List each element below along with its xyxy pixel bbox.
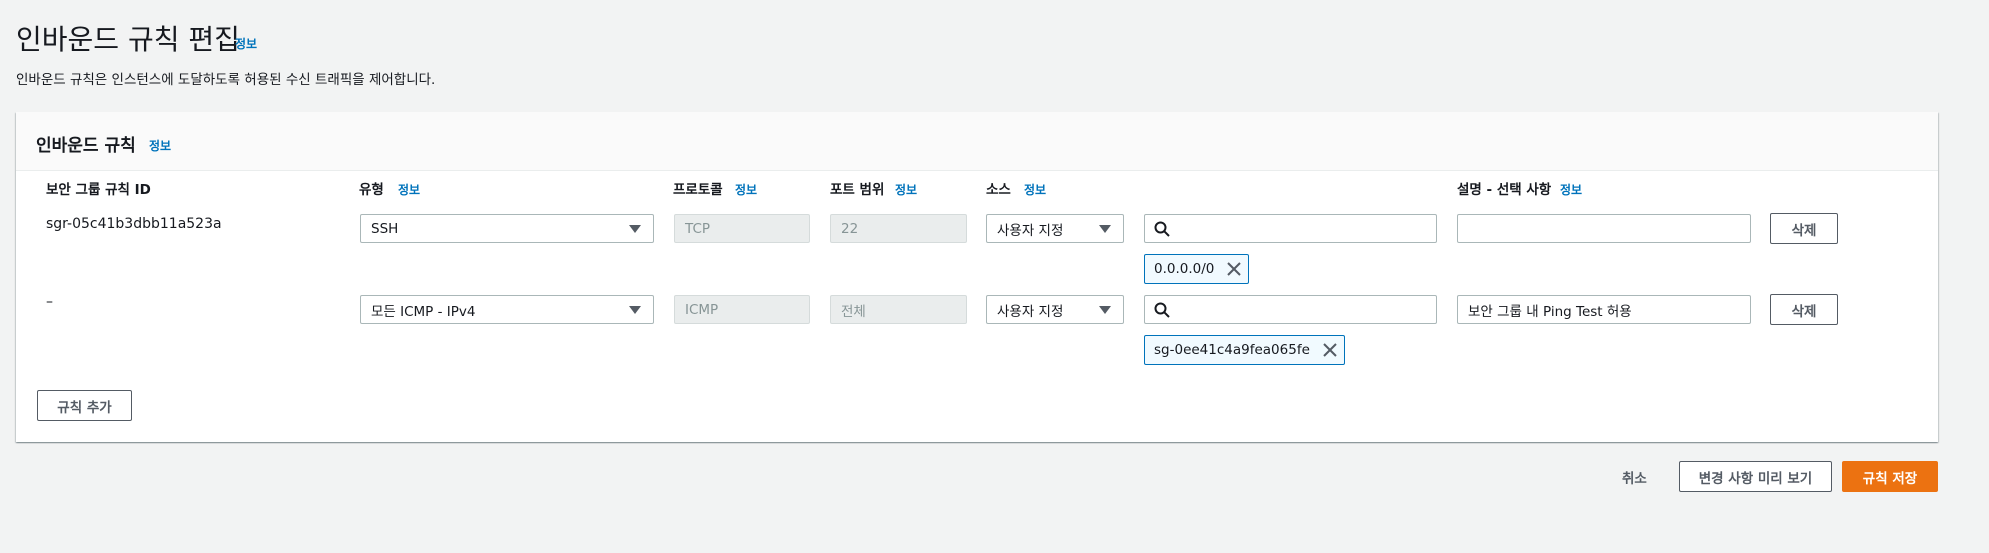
close-icon[interactable] bbox=[1323, 343, 1337, 357]
caret-down-icon bbox=[1099, 306, 1111, 314]
add-rule-button[interactable]: 규칙 추가 bbox=[37, 390, 132, 421]
rule-id: sgr-05c41b3dbb11a523a bbox=[46, 216, 222, 232]
source-type-value: 사용자 지정 bbox=[997, 222, 1064, 239]
port-range-field: 전체 bbox=[830, 295, 967, 324]
protocol-info-link[interactable]: 정보 bbox=[735, 181, 757, 198]
source-search-input[interactable] bbox=[1144, 214, 1437, 243]
save-rules-button[interactable]: 규칙 저장 bbox=[1842, 461, 1938, 492]
page-description: 인바운드 규칙은 인스턴스에 도달하도록 허용된 수신 트래픽을 제어합니다. bbox=[16, 72, 436, 88]
column-header-type: 유형 bbox=[359, 182, 384, 198]
port-range-field: 22 bbox=[830, 214, 967, 243]
preview-changes-button[interactable]: 변경 사항 미리 보기 bbox=[1679, 461, 1832, 492]
description-input[interactable] bbox=[1457, 214, 1751, 243]
source-type-value: 사용자 지정 bbox=[997, 303, 1064, 320]
close-icon[interactable] bbox=[1227, 262, 1242, 276]
search-icon bbox=[1154, 221, 1170, 237]
delete-rule-button[interactable]: 삭제 bbox=[1770, 294, 1838, 325]
source-token: 0.0.0.0/0 bbox=[1144, 254, 1250, 284]
panel-header bbox=[16, 112, 1938, 171]
cancel-button[interactable]: 취소 bbox=[1622, 467, 1647, 487]
description-info-link[interactable]: 정보 bbox=[1560, 181, 1582, 198]
page-info-link[interactable]: 정보 bbox=[235, 35, 257, 52]
protocol-value: TCP bbox=[685, 220, 711, 237]
caret-down-icon bbox=[1099, 225, 1111, 233]
column-header-protocol: 프로토콜 bbox=[673, 182, 723, 198]
protocol-field: ICMP bbox=[674, 295, 810, 324]
source-token: sg-0ee41c4a9fea065fe bbox=[1144, 335, 1345, 365]
type-info-link[interactable]: 정보 bbox=[398, 181, 420, 198]
source-info-link[interactable]: 정보 bbox=[1024, 181, 1046, 198]
delete-label: 삭제 bbox=[1791, 222, 1817, 239]
protocol-value: ICMP bbox=[685, 301, 719, 318]
rule-id: – bbox=[46, 294, 53, 310]
token-label: 0.0.0.0/0 bbox=[1154, 261, 1215, 277]
delete-label: 삭제 bbox=[1791, 303, 1817, 320]
description-value: 보안 그룹 내 Ping Test 허용 bbox=[1468, 303, 1632, 320]
panel-info-link[interactable]: 정보 bbox=[149, 137, 171, 154]
search-icon bbox=[1154, 302, 1170, 318]
source-search-input[interactable] bbox=[1144, 295, 1437, 324]
type-select-value: SSH bbox=[371, 220, 399, 237]
protocol-field: TCP bbox=[674, 214, 810, 243]
page-title: 인바운드 규칙 편집 bbox=[16, 23, 240, 56]
type-select[interactable]: SSH bbox=[360, 214, 654, 243]
inbound-rules-panel: 인바운드 규칙 정보 보안 그룹 규칙 ID 유형 정보 프로토콜 정보 포트 … bbox=[16, 112, 1938, 442]
type-select[interactable]: 모든 ICMP - IPv4 bbox=[360, 295, 654, 324]
column-header-port-range: 포트 범위 bbox=[830, 182, 885, 198]
source-type-select[interactable]: 사용자 지정 bbox=[986, 295, 1124, 324]
column-header-description: 설명 - 선택 사항 bbox=[1457, 182, 1552, 198]
caret-down-icon bbox=[629, 306, 641, 314]
column-header-source: 소스 bbox=[986, 182, 1011, 198]
port-range-info-link[interactable]: 정보 bbox=[895, 181, 917, 198]
add-rule-label: 규칙 추가 bbox=[57, 399, 112, 416]
caret-down-icon bbox=[629, 225, 641, 233]
save-label: 규칙 저장 bbox=[1862, 470, 1918, 487]
port-range-value: 전체 bbox=[841, 303, 866, 320]
type-select-value: 모든 ICMP - IPv4 bbox=[371, 303, 476, 320]
delete-rule-button[interactable]: 삭제 bbox=[1770, 213, 1838, 244]
source-type-select[interactable]: 사용자 지정 bbox=[986, 214, 1124, 243]
preview-label: 변경 사항 미리 보기 bbox=[1698, 470, 1813, 487]
description-input[interactable]: 보안 그룹 내 Ping Test 허용 bbox=[1457, 295, 1751, 324]
port-range-value: 22 bbox=[841, 220, 859, 237]
token-label: sg-0ee41c4a9fea065fe bbox=[1154, 342, 1310, 358]
panel-title: 인바운드 규칙 bbox=[36, 136, 136, 156]
column-header-rule-id: 보안 그룹 규칙 ID bbox=[46, 182, 151, 198]
